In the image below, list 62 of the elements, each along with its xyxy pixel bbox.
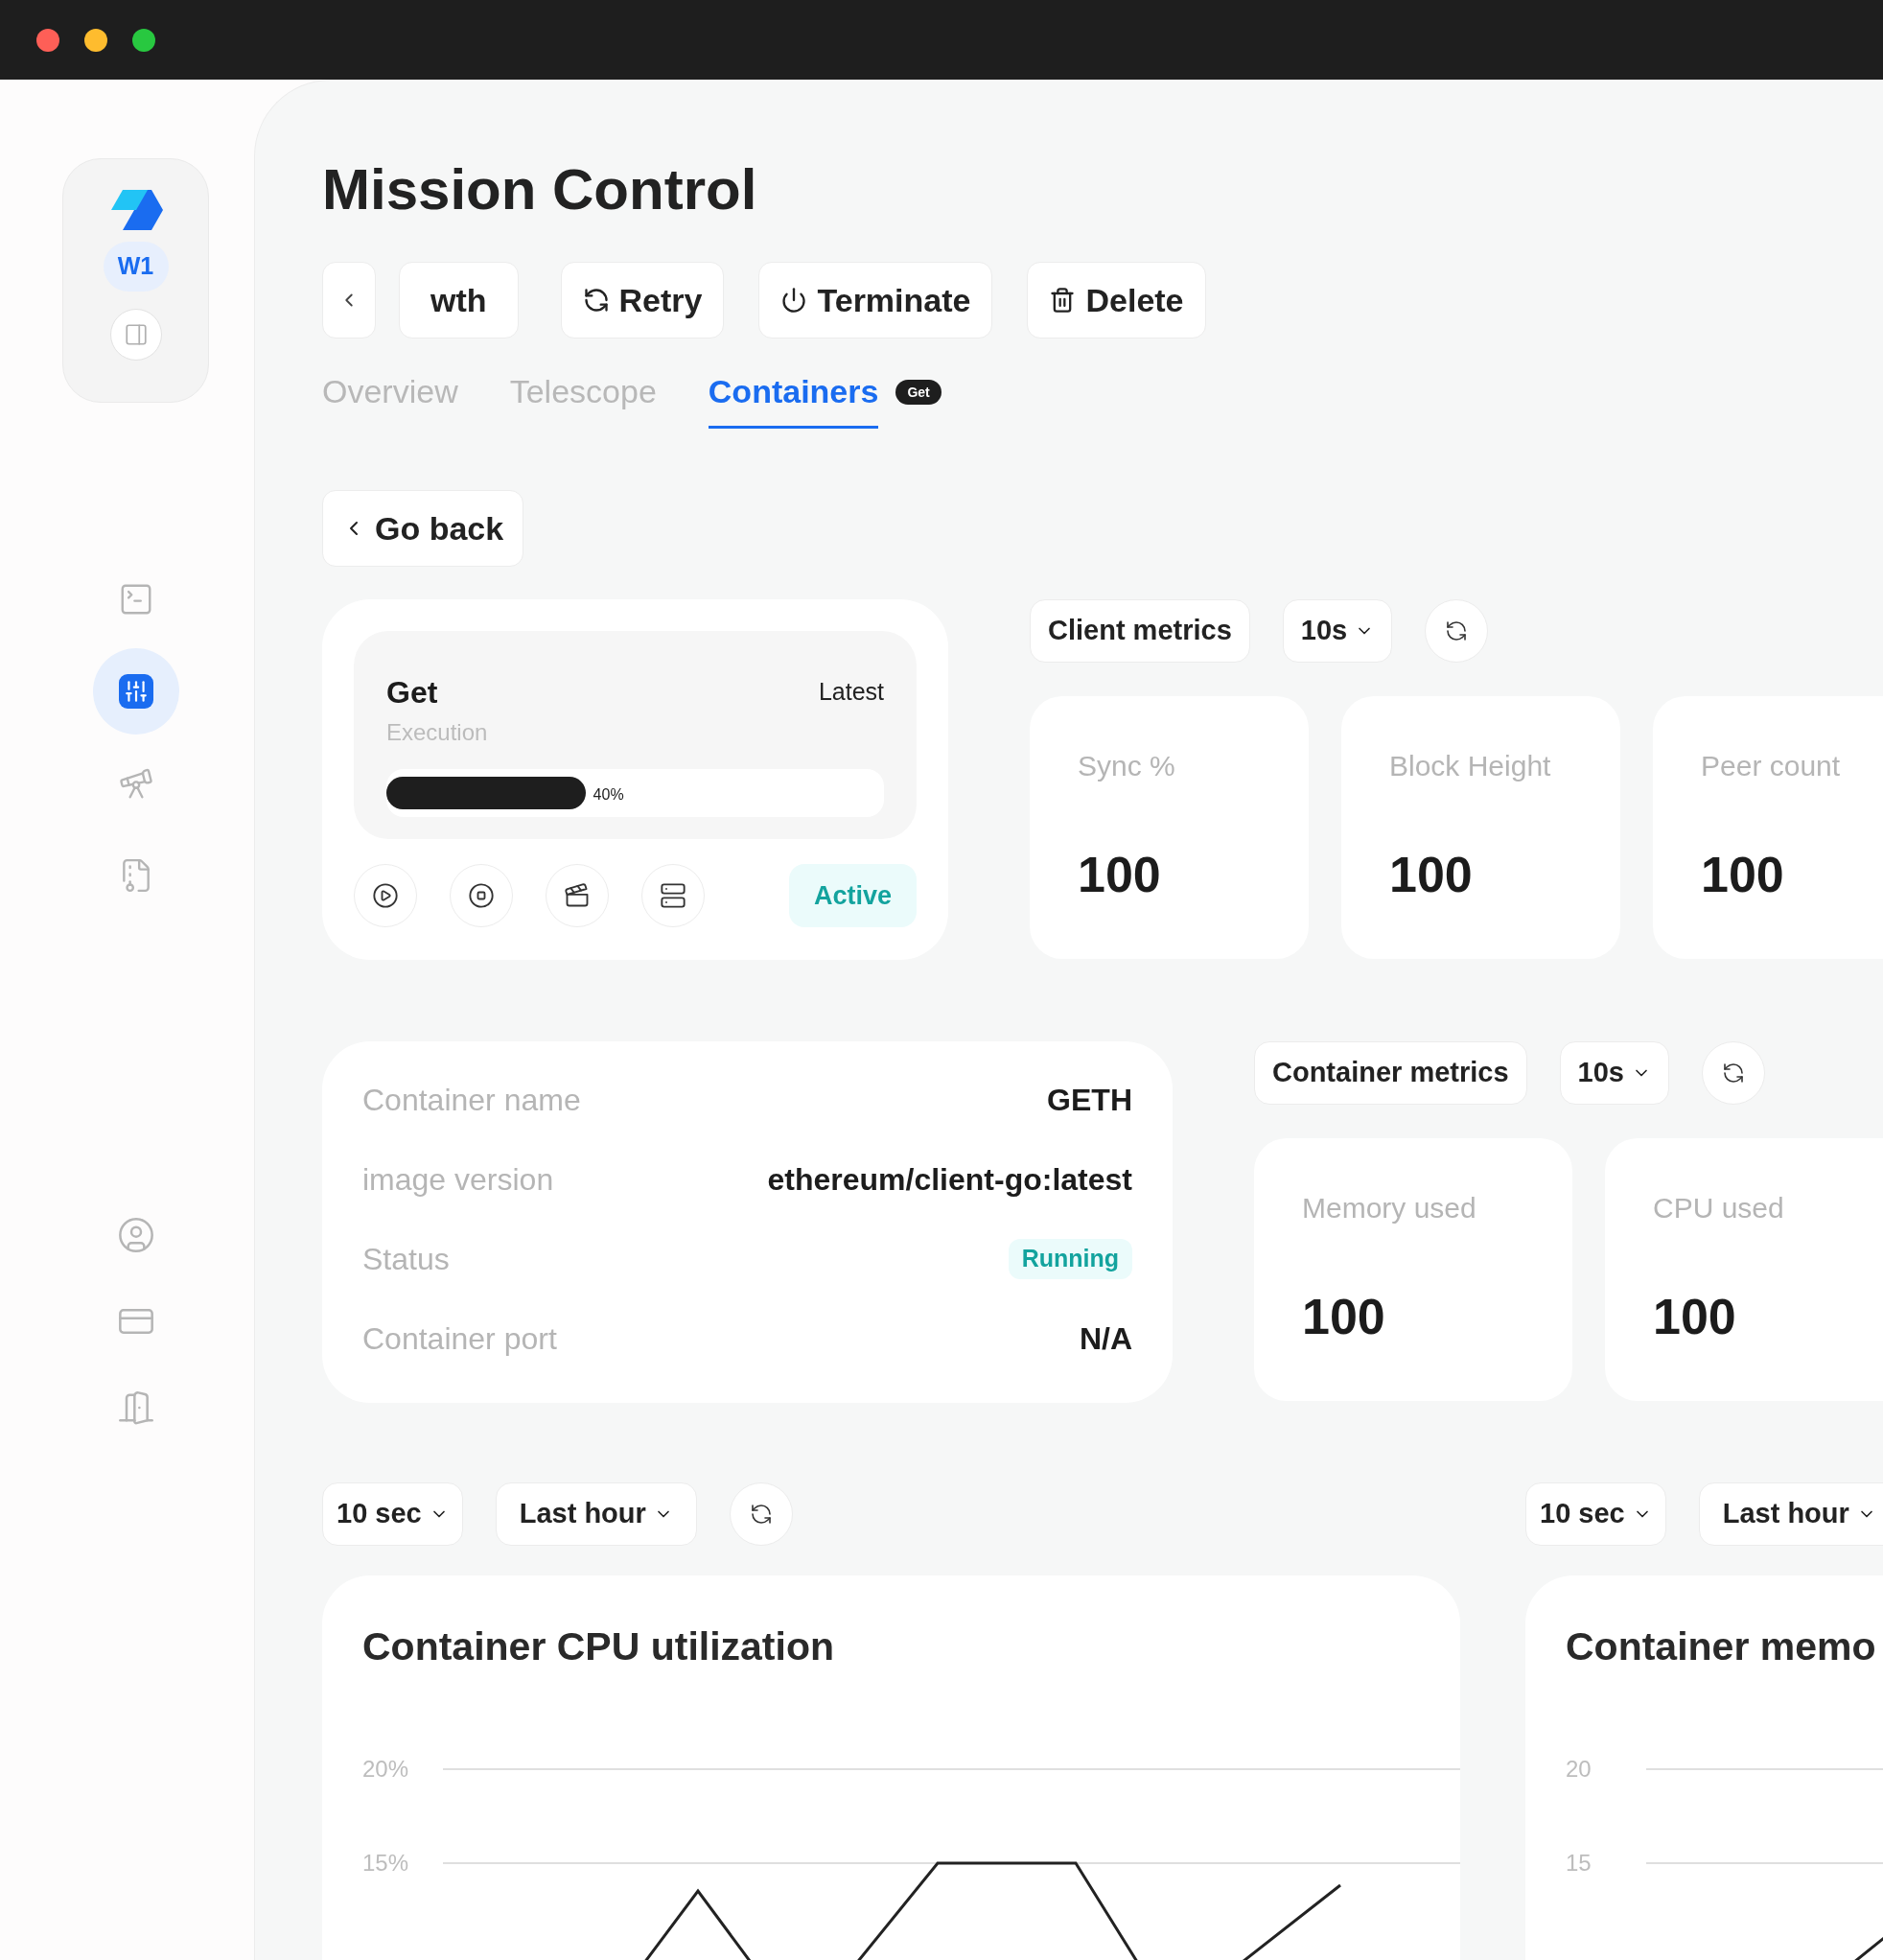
metric-value: 100 xyxy=(1078,846,1162,904)
axis-tick-label: 20 xyxy=(1566,1755,1592,1782)
info-value: N/A xyxy=(1079,1320,1132,1358)
metric-value: 100 xyxy=(1653,1288,1737,1346)
tab-badge: Get xyxy=(895,380,942,405)
metric-value: 100 xyxy=(1389,846,1474,904)
stop-icon xyxy=(468,882,495,909)
sliders-icon xyxy=(118,674,153,709)
client-name: Get xyxy=(386,674,438,712)
refresh-icon xyxy=(749,1503,773,1526)
action-button[interactable]: Terminate xyxy=(758,262,993,338)
interval-dropdown[interactable]: 10s xyxy=(1282,599,1393,663)
metric-label: Block Height xyxy=(1389,749,1552,783)
range-dropdown[interactable]: Last hour xyxy=(495,1482,697,1546)
metric-value: 100 xyxy=(1302,1288,1386,1346)
power-icon xyxy=(780,287,808,314)
action-button[interactable]: Retry xyxy=(560,262,725,338)
panel-icon xyxy=(123,322,149,347)
client-layer: Execution xyxy=(386,719,488,745)
name-chip[interactable]: wth xyxy=(399,262,519,338)
workspace-badge[interactable]: W1 xyxy=(103,242,169,292)
interval-dropdown[interactable]: 10 sec xyxy=(322,1482,463,1546)
logo-icon xyxy=(108,190,163,230)
axis-tick-label: 15 xyxy=(1566,1849,1592,1876)
chart-title: Container memo xyxy=(1566,1624,1876,1668)
status-badge: Active xyxy=(788,864,917,927)
metric-label: Peer count xyxy=(1701,749,1842,783)
page-title: Mission Control xyxy=(322,156,758,223)
metric-value: 100 xyxy=(1701,846,1785,904)
info-value: ethereum/client-go:latest xyxy=(767,1161,1132,1199)
metric-label: CPU used xyxy=(1653,1191,1785,1225)
refresh-icon xyxy=(1445,619,1469,642)
tab[interactable]: Containers xyxy=(708,367,879,429)
refresh-icon xyxy=(582,287,610,314)
minimize-window-icon[interactable] xyxy=(84,28,107,52)
range-dropdown[interactable]: Last hour xyxy=(1698,1482,1883,1546)
metric-label: Memory used xyxy=(1302,1191,1477,1225)
interval-dropdown[interactable]: 10s xyxy=(1559,1041,1669,1105)
progress-reading: 40% xyxy=(593,785,624,805)
metrics-title-button[interactable]: Container metrics xyxy=(1254,1041,1527,1105)
panel-toggle-button[interactable] xyxy=(109,309,162,361)
status-badge: Running xyxy=(1008,1239,1132,1279)
play-icon xyxy=(372,882,399,909)
refresh-icon xyxy=(1721,1062,1745,1085)
close-window-icon[interactable] xyxy=(36,28,59,52)
axis-tick-label: 15% xyxy=(362,1849,409,1876)
clapperboard-icon xyxy=(564,882,591,909)
interval-dropdown[interactable]: 10 sec xyxy=(1525,1482,1666,1546)
info-label: image version xyxy=(362,1161,554,1199)
info-value: GETH xyxy=(1047,1082,1132,1119)
zoom-window-icon[interactable] xyxy=(132,28,155,52)
info-label: Status xyxy=(362,1241,450,1278)
client-version: Latest xyxy=(818,677,884,708)
info-label: Container port xyxy=(362,1320,557,1358)
go-back-button[interactable]: Go back xyxy=(322,490,524,567)
chart-title: Container CPU utilization xyxy=(362,1624,834,1668)
server-icon xyxy=(660,882,686,909)
action-button[interactable]: Delete xyxy=(1027,262,1206,338)
info-label: Container name xyxy=(362,1082,581,1119)
metrics-title-button[interactable]: Client metrics xyxy=(1030,599,1250,663)
axis-tick-label: 20% xyxy=(362,1755,409,1782)
metric-label: Sync % xyxy=(1078,749,1176,783)
